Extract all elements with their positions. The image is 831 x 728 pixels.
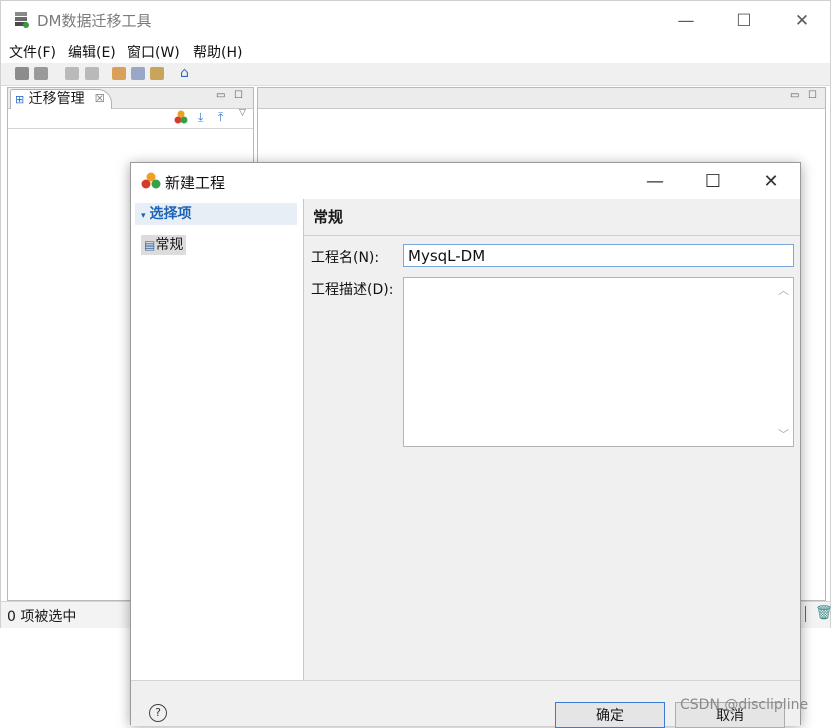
- view-menu-icon[interactable]: ▽: [239, 108, 246, 118]
- dialog-close-button[interactable]: ✕: [742, 167, 800, 195]
- selection-status: 0 项被选中: [7, 609, 77, 625]
- dialog-minimize-button[interactable]: —: [626, 167, 684, 195]
- editor-tab-bar: ▭ ☐: [258, 88, 825, 109]
- options-tree: ▾ 选择项 ▤常规: [131, 199, 304, 680]
- tab-label: 迁移管理: [28, 91, 85, 107]
- project-desc-label: 工程描述(D):: [311, 282, 394, 298]
- menu-file[interactable]: 文件(F): [9, 42, 56, 62]
- redo-icon[interactable]: [85, 67, 99, 80]
- project-name-label: 工程名(N):: [311, 250, 380, 266]
- tree-item-label: 常规: [155, 237, 184, 253]
- help-icon[interactable]: ?: [149, 704, 167, 722]
- paste-icon[interactable]: [150, 67, 164, 80]
- trash-icon[interactable]: 🗑: [815, 605, 831, 621]
- dialog-maximize-button[interactable]: ☐: [684, 167, 742, 195]
- panel-toolbar: ⤓ ⤒ ▽: [8, 108, 253, 129]
- cut-icon[interactable]: [112, 67, 126, 80]
- home-icon[interactable]: ⌂: [180, 65, 189, 81]
- scroll-up-icon[interactable]: ︿: [778, 282, 789, 298]
- dialog-title-bar: 新建工程 — ☐ ✕: [131, 163, 800, 199]
- ok-button[interactable]: 确定: [555, 702, 665, 728]
- toolbar: ⌂: [1, 63, 830, 86]
- app-logo-icon: [13, 11, 29, 28]
- page-title: 常规: [304, 199, 800, 236]
- project-logo-icon: [141, 172, 161, 194]
- options-section-header[interactable]: ▾ 选择项: [135, 203, 297, 225]
- import-icon[interactable]: ⤓: [198, 110, 203, 125]
- tab-close-icon[interactable]: ☒: [95, 90, 105, 108]
- general-page-icon: ▤: [144, 238, 156, 252]
- status-divider: [805, 606, 806, 622]
- page-title-text: 常规: [313, 208, 344, 226]
- save-all-icon[interactable]: [34, 67, 48, 80]
- menu-window[interactable]: 窗口(W): [127, 42, 180, 62]
- section-label: 选择项: [149, 206, 192, 222]
- project-desc-textarea[interactable]: ︿ ﹀: [403, 277, 794, 447]
- panel-tab-bar: ⊞ 迁移管理 ☒ ▭ ☐: [8, 88, 253, 109]
- settings-page: 常规 工程名(N): 工程描述(D): ︿ ﹀: [304, 199, 800, 680]
- close-button[interactable]: ✕: [779, 7, 825, 35]
- minimize-button[interactable]: —: [663, 7, 709, 35]
- tree-icon: ⊞: [15, 93, 25, 106]
- new-project-dialog: 新建工程 — ☐ ✕ ▾选择项 ▤常规 常规 工程名(N): 工程描述(D): …: [130, 162, 801, 728]
- title-bar: DM数据迁移工具 — ☐ ✕: [1, 1, 830, 39]
- panel-maximize-icon[interactable]: ☐: [234, 90, 243, 101]
- app-title: DM数据迁移工具: [37, 12, 152, 30]
- editor-maximize-icon[interactable]: ☐: [808, 90, 817, 101]
- maximize-button[interactable]: ☐: [721, 7, 767, 35]
- tree-item-general[interactable]: ▤常规: [141, 235, 187, 255]
- export-icon[interactable]: ⤒: [218, 110, 223, 125]
- tab-migration[interactable]: ⊞ 迁移管理 ☒: [10, 89, 112, 109]
- collapse-arrow-icon: ▾: [141, 211, 146, 221]
- project-name-input[interactable]: [403, 244, 794, 267]
- menu-help[interactable]: 帮助(H): [193, 42, 242, 62]
- undo-icon[interactable]: [65, 67, 79, 80]
- scroll-down-icon[interactable]: ﹀: [778, 426, 789, 442]
- dialog-title: 新建工程: [165, 174, 226, 192]
- watermark: CSDN @disclipline: [680, 697, 809, 713]
- panel-minimize-icon[interactable]: ▭: [216, 90, 225, 101]
- menu-edit[interactable]: 编辑(E): [68, 42, 116, 62]
- menu-bar: 文件(F) 编辑(E) 窗口(W) 帮助(H): [1, 39, 830, 63]
- save-icon[interactable]: [15, 67, 29, 80]
- copy-icon[interactable]: [131, 67, 145, 80]
- editor-minimize-icon[interactable]: ▭: [790, 90, 799, 101]
- project-icon[interactable]: [174, 110, 188, 128]
